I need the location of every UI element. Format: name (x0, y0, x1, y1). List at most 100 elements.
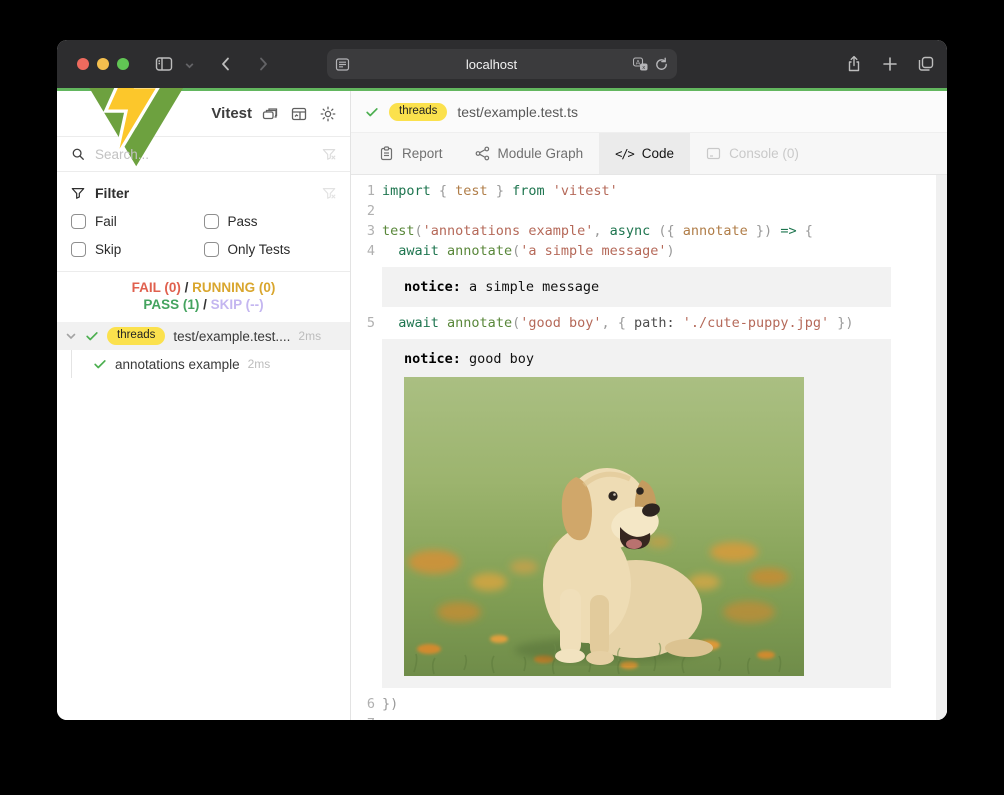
checkbox[interactable] (204, 242, 219, 257)
code-line: 2 (351, 201, 947, 221)
tree-row-file[interactable]: threads test/example.test.... 2ms (57, 322, 350, 350)
duration: 2ms (298, 329, 321, 343)
code-line: 1import { test } from 'vitest' (351, 181, 947, 201)
sidebar-header: Vitest (57, 91, 350, 137)
chevron-down-icon[interactable] (184, 60, 195, 71)
tab-label: Console (0) (729, 146, 799, 161)
line-number: 5 (351, 313, 375, 333)
reader-mode-icon[interactable] (335, 57, 350, 72)
pass-count: PASS (1) (143, 297, 199, 312)
tab-code[interactable]: </> Code (599, 133, 690, 174)
file-header: threads test/example.test.ts (351, 91, 947, 133)
duration: 2ms (248, 357, 271, 371)
code-text: await annotate('good boy', { path: './cu… (382, 313, 854, 333)
line-number: 2 (351, 201, 375, 221)
filter-section: Filter Fail Pass (57, 172, 350, 272)
code-icon: </> (615, 147, 634, 161)
checkbox[interactable] (71, 214, 86, 229)
search-input[interactable] (95, 147, 312, 162)
line-number: 3 (351, 221, 375, 241)
fullscreen-button[interactable] (117, 58, 129, 70)
checkbox[interactable] (71, 242, 86, 257)
pool-badge: threads (389, 103, 447, 121)
sidebar-toggle-icon[interactable] (155, 55, 173, 73)
notice-message: good boy (461, 351, 534, 367)
line-number: 7 (351, 714, 375, 720)
code-editor: 1import { test } from 'vitest'23test('an… (351, 175, 947, 720)
close-button[interactable] (77, 58, 89, 70)
url-text[interactable]: localhost (350, 57, 633, 72)
forward-icon[interactable] (254, 55, 272, 73)
share-icon[interactable] (845, 55, 863, 73)
filter-checkbox-pass[interactable]: Pass (204, 214, 337, 229)
tab-label: Module Graph (498, 146, 584, 161)
code-line: 7 (351, 714, 947, 720)
skip-count: SKIP (--) (211, 297, 264, 312)
pass-check-icon (85, 329, 99, 343)
tab-console: Console (0) (690, 133, 815, 174)
annotation-attachment-image (404, 377, 804, 676)
tab-label: Code (642, 146, 674, 161)
code-line: 3test('annotations example', async ({ an… (351, 221, 947, 241)
new-tab-icon[interactable] (881, 55, 899, 73)
pool-badge: threads (107, 327, 165, 345)
checkbox-label: Fail (95, 214, 117, 229)
console-icon (706, 146, 721, 161)
running-count: RUNNING (0) (192, 280, 275, 295)
tree-row-test[interactable]: annotations example 2ms (57, 350, 350, 378)
summary-line-1: FAIL (0) / RUNNING (0) (57, 279, 350, 296)
browser-window: localhost A x (57, 40, 947, 720)
code-line: 6}) (351, 694, 947, 714)
open-file-name: test/example.test.ts (457, 104, 578, 120)
browser-toolbar: localhost A x (57, 40, 947, 88)
pass-check-icon (365, 105, 379, 119)
filter-checkbox-fail[interactable]: Fail (71, 214, 204, 229)
clear-filter-icon[interactable] (322, 186, 336, 200)
code-line: 5 await annotate('good boy', { path: './… (351, 313, 947, 333)
checkbox-label: Skip (95, 242, 121, 257)
filter-checkbox-skip[interactable]: Skip (71, 242, 204, 257)
chevron-down-icon[interactable] (65, 330, 77, 342)
annotation-notice: notice: good boy (382, 339, 891, 688)
tab-module-graph[interactable]: Module Graph (459, 133, 600, 174)
filter-label: Filter (95, 185, 129, 201)
summary-line-2: PASS (1) / SKIP (--) (57, 296, 350, 313)
code-text: import { test } from 'vitest' (382, 181, 618, 201)
code-text: }) (382, 694, 398, 714)
tab-overview-icon[interactable] (917, 55, 935, 73)
url-bar[interactable]: localhost A x (327, 49, 677, 79)
line-number: 4 (351, 241, 375, 261)
main-panel: threads test/example.test.ts Report (351, 91, 947, 720)
reload-icon[interactable] (654, 57, 669, 72)
search-icon (71, 147, 85, 161)
code-text: await annotate('a simple message') (382, 241, 675, 261)
test-tree: threads test/example.test.... 2ms annota… (57, 322, 350, 378)
module-graph-icon (475, 146, 490, 161)
sidebar: Vitest (57, 91, 351, 720)
file-name: test/example.test.... (173, 329, 290, 344)
line-number: 6 (351, 694, 375, 714)
collapse-tests-icon[interactable] (262, 106, 278, 122)
theme-toggle-icon[interactable] (320, 106, 336, 122)
checkbox-label: Only Tests (228, 242, 291, 257)
test-name: annotations example (115, 357, 240, 372)
dashboard-icon[interactable] (291, 106, 307, 122)
translate-icon[interactable]: A x (633, 57, 648, 72)
fail-count: FAIL (0) (132, 280, 181, 295)
back-icon[interactable] (217, 55, 235, 73)
checkbox[interactable] (204, 214, 219, 229)
annotation-notice: notice: a simple message (382, 267, 891, 307)
vertical-scrollbar[interactable] (936, 175, 947, 720)
checkbox-label: Pass (228, 214, 258, 229)
clear-search-filter-icon[interactable] (322, 147, 336, 161)
tab-label: Report (402, 146, 443, 161)
test-summary: FAIL (0) / RUNNING (0) PASS (1) / SKIP (… (57, 272, 350, 322)
filter-checkbox-only-tests[interactable]: Only Tests (204, 242, 337, 257)
minimize-button[interactable] (97, 58, 109, 70)
app-title: Vitest (211, 105, 252, 122)
tab-report[interactable]: Report (363, 133, 459, 174)
notice-label: notice: (404, 279, 461, 295)
notice-message: a simple message (461, 279, 599, 295)
notice-label: notice: (404, 351, 461, 367)
tab-bar: Report Module Graph </> Code (351, 133, 947, 175)
